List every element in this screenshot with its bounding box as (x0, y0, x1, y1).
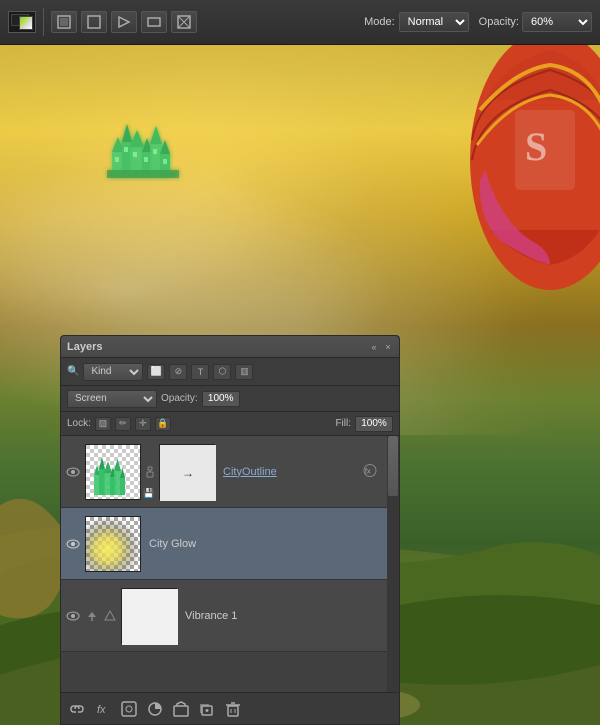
opacity-label: Opacity: (479, 16, 519, 28)
filter-btn-pixel[interactable]: ⬜ (147, 364, 165, 380)
layer-thumb-vibrance (121, 588, 177, 644)
lock-paint-btn[interactable]: ✏ (115, 417, 131, 431)
filter-kind-dropdown[interactable]: Kind (83, 363, 143, 381)
panel-titlebar: Layers « × (61, 336, 399, 358)
layers-content: 🔍 Kind ⬜ ⊘ T ⬡ ▥ Screen Opacity: 100% Lo… (61, 358, 399, 724)
svg-text:→: → (182, 466, 194, 480)
footer-fx-btn[interactable]: fx (93, 699, 113, 719)
footer-adjustment-btn[interactable] (145, 699, 165, 719)
panel-controls: « × (369, 342, 393, 352)
layer-info-vibrance: Vibrance 1 (181, 608, 395, 624)
fill-input[interactable]: 100% (355, 416, 393, 432)
filter-btn-shape[interactable]: ⬡ (213, 364, 231, 380)
mode-selector: Mode: Normal (364, 12, 469, 32)
filter-btn-adjust[interactable]: ⊘ (169, 364, 187, 380)
scroll-track[interactable] (387, 436, 399, 692)
panel-title: Layers (67, 341, 102, 353)
tool-btn-2[interactable] (81, 11, 107, 33)
panel-close-btn[interactable]: × (383, 342, 393, 352)
layer-visibility-city-glow[interactable] (65, 536, 81, 552)
layer-item-city-glow[interactable]: City Glow (61, 508, 399, 580)
scroll-thumb[interactable] (388, 436, 398, 496)
filter-btn-smart[interactable]: ▥ (235, 364, 253, 380)
fill-label: Fill: (335, 418, 351, 429)
layer-visibility-vibrance[interactable] (65, 608, 81, 624)
layers-footer: fx (61, 692, 399, 724)
svg-text:S: S (525, 124, 547, 169)
mode-dropdown[interactable]: Normal (399, 12, 469, 32)
filter-btn-type[interactable]: T (191, 364, 209, 380)
opacity-dropdown[interactable]: 60% (522, 12, 592, 32)
layers-panel: Layers « × 🔍 Kind ⬜ ⊘ T ⬡ ▥ Screen Opaci… (60, 335, 400, 725)
top-toolbar: Mode: Normal Opacity: 60% (0, 0, 600, 45)
filter-row: 🔍 Kind ⬜ ⊘ T ⬡ ▥ (61, 358, 399, 386)
layer-item-city-outline[interactable]: → CityOutline fx 💾 (61, 436, 399, 508)
color-swatch[interactable] (8, 11, 36, 33)
footer-link-btn[interactable] (67, 699, 87, 719)
footer-group-btn[interactable] (171, 699, 191, 719)
blend-mode-row: Screen Opacity: 100% (61, 386, 399, 412)
opacity-row-label: Opacity: (161, 393, 198, 404)
opacity-control: Opacity: 60% (479, 12, 592, 32)
tool-btn-3[interactable] (111, 11, 137, 33)
separator-1 (43, 8, 44, 36)
layer-adjust-icon (103, 610, 117, 622)
layer-item-vibrance[interactable]: Vibrance 1 (61, 580, 399, 652)
opacity-row-input[interactable]: 100% (202, 391, 240, 407)
search-icon: 🔍 (67, 366, 79, 377)
footer-delete-btn[interactable] (223, 699, 243, 719)
lock-label: Lock: (67, 418, 91, 429)
mode-label: Mode: (364, 16, 395, 28)
layer-info-city-glow: City Glow (145, 536, 395, 552)
lock-row: Lock: ▨ ✏ ✛ 🔒 Fill: 100% (61, 412, 399, 436)
layers-list: → CityOutline fx 💾 (61, 436, 399, 692)
layer-save-icon: 💾 (143, 488, 154, 499)
lock-all-btn[interactable]: 🔒 (155, 417, 171, 431)
panel-collapse-btn[interactable]: « (369, 342, 379, 352)
layer-name-city-glow: City Glow (149, 538, 391, 550)
layer-arrow-icon (85, 610, 99, 622)
layer-name-vibrance: Vibrance 1 (185, 610, 391, 622)
emerald-city (102, 102, 192, 182)
layer-thumb-city-outline (85, 444, 141, 500)
layer-thumb-city-glow (85, 516, 141, 572)
svg-text:fx: fx (365, 468, 371, 475)
tool-btn-1[interactable] (51, 11, 77, 33)
lock-transparency-btn[interactable]: ▨ (95, 417, 111, 431)
hot-air-balloon: S (430, 0, 600, 400)
lock-move-btn[interactable]: ✛ (135, 417, 151, 431)
blend-mode-dropdown[interactable]: Screen (67, 390, 157, 408)
layer-visibility-city-outline[interactable] (65, 464, 81, 480)
layer-mask-city-outline: → (159, 444, 215, 500)
tool-btn-5[interactable] (171, 11, 197, 33)
layer-chain-city-outline (145, 467, 155, 477)
footer-mask-btn[interactable] (119, 699, 139, 719)
footer-new-layer-btn[interactable] (197, 699, 217, 719)
tool-btn-4[interactable] (141, 11, 167, 33)
svg-text:fx: fx (97, 704, 106, 716)
layer-fx-icon: fx (363, 463, 377, 480)
